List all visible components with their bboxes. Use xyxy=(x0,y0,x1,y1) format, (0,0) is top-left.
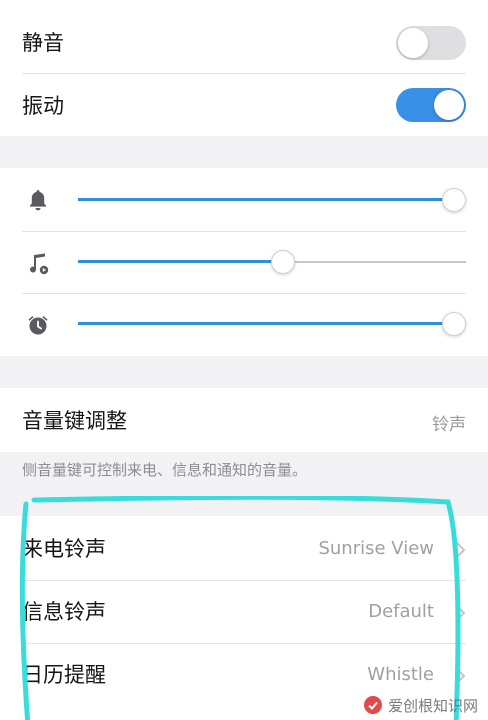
ringer-track-fill xyxy=(78,198,454,201)
media-slider-thumb[interactable] xyxy=(270,250,295,274)
chevron-right-icon xyxy=(455,541,466,559)
vibrate-label: 振动 xyxy=(22,94,64,118)
mute-toggle[interactable] xyxy=(396,26,466,60)
ringtone-label: 信息铃声 xyxy=(22,600,106,624)
volume-keys-description: 侧音量键可控制来电、信息和通知的音量。 xyxy=(22,461,308,479)
message-ringtone-row[interactable]: 信息铃声 Default xyxy=(0,581,488,643)
ringtones-card: 来电铃声 Sunrise View 信息铃声 Default 日历提醒 Whis… xyxy=(0,516,488,720)
bell-icon xyxy=(30,190,46,211)
ringtone-value: Default xyxy=(368,601,434,622)
mute-label: 静音 xyxy=(22,31,64,55)
alarm-clock-icon xyxy=(28,316,48,335)
chevron-right-icon xyxy=(455,667,466,685)
ringer-slider-thumb[interactable] xyxy=(442,188,466,212)
media-volume-slider[interactable] xyxy=(78,248,466,276)
volume-keys-row[interactable]: 音量键调整 铃声 xyxy=(0,388,488,452)
divider xyxy=(22,293,466,294)
watermark-logo-icon xyxy=(363,696,382,714)
chevron-right-icon xyxy=(455,604,466,622)
watermark: 爱创根知识网 xyxy=(363,694,478,716)
volume-keys-value: 铃声 xyxy=(432,415,466,435)
ringtone-value: Sunrise View xyxy=(318,538,434,559)
mute-toggle-knob xyxy=(398,28,428,58)
toggles-card: 静音 振动 xyxy=(0,0,488,136)
incoming-call-ringtone-row[interactable]: 来电铃声 Sunrise View xyxy=(0,518,488,580)
vibrate-toggle-knob xyxy=(434,90,464,120)
volume-keys-card: 音量键调整 铃声 xyxy=(0,388,488,452)
vibrate-toggle[interactable] xyxy=(396,88,466,122)
volume-card xyxy=(0,168,488,356)
ringtone-label: 来电铃声 xyxy=(22,537,106,561)
volume-keys-label: 音量键调整 xyxy=(22,409,127,433)
ringer-volume-slider[interactable] xyxy=(78,186,466,214)
divider xyxy=(22,73,466,74)
alarm-volume-slider[interactable] xyxy=(78,310,466,338)
ringtone-label: 日历提醒 xyxy=(22,663,106,687)
music-note-icon xyxy=(30,253,49,275)
media-track-fill xyxy=(78,260,283,263)
divider xyxy=(22,231,466,232)
ringtone-value: Whistle xyxy=(367,664,434,685)
alarm-track-fill xyxy=(78,322,454,325)
watermark-text: 爱创根知识网 xyxy=(387,696,478,715)
alarm-slider-thumb[interactable] xyxy=(442,312,466,336)
